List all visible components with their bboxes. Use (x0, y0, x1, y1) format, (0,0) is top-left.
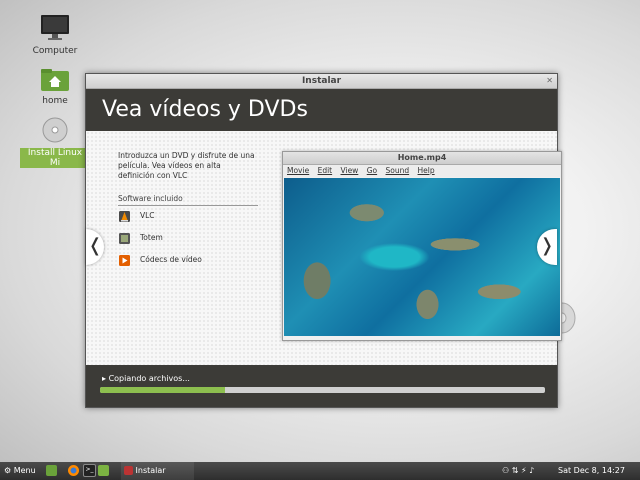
power-icon[interactable]: ⚡ (521, 466, 527, 475)
desktop-icon-label: home (42, 96, 68, 106)
desktop-icon-home[interactable]: home (20, 68, 90, 106)
menu-label: Menu (13, 466, 36, 475)
terminal-launcher[interactable]: >_ (83, 462, 96, 480)
install-progress-bar (100, 387, 545, 393)
volume-icon[interactable]: ♪ (529, 466, 534, 475)
task-instalar[interactable]: Instalar (121, 462, 194, 480)
software-label: Totem (140, 233, 163, 242)
vlc-menu-edit: Edit (317, 166, 333, 175)
previous-slide-button[interactable]: ❬ (86, 229, 104, 265)
gear-icon: ⚙ (4, 466, 12, 475)
desktop-icon-label: Install Linux Mi (20, 148, 90, 168)
installer-window: Instalar ✕ Vea vídeos y DVDs Introduzca … (85, 73, 562, 408)
tray-icons: ⚇ ⇅ ⚡ ♪ (502, 462, 534, 480)
show-desktop-button[interactable] (46, 462, 57, 480)
taskbar: ⚙ Menu >_ Instalar ⚇ ⇅ ⚡ ♪ Sat Dec 8, 14… (0, 462, 640, 480)
totem-film-icon (119, 232, 130, 244)
close-icon[interactable]: ✕ (546, 74, 553, 88)
software-item-codecs: Códecs de vídeo (119, 254, 202, 266)
vlc-title: Home.mp4 (283, 152, 561, 165)
window-title: Instalar (301, 76, 342, 86)
vlc-menu-help: Help (417, 166, 435, 175)
vlc-menu-movie: Movie (287, 166, 310, 175)
terminal-icon: >_ (83, 464, 96, 477)
task-label: Instalar (135, 466, 166, 475)
installer-icon (124, 466, 133, 475)
vlc-cone-icon (119, 210, 130, 222)
vlc-menu-view: View (340, 166, 359, 175)
install-progress-fill (100, 387, 225, 393)
chevron-right-icon: ❭ (539, 235, 555, 256)
chevron-left-icon: ❬ (87, 235, 103, 256)
files-launcher[interactable] (98, 462, 109, 480)
install-progress-panel: ▸ Copiando archivos... (86, 365, 557, 407)
slide-heading: Vea vídeos y DVDs (86, 89, 557, 131)
menu-button[interactable]: ⚙ Menu (4, 462, 36, 480)
software-item-totem: Totem (119, 232, 163, 244)
firefox-icon (68, 465, 79, 476)
vlc-screenshot-window: Home.mp4 Movie Edit View Go Sound Help (282, 151, 562, 341)
slide-description: Introduzca un DVD y disfrute de una pelí… (118, 151, 255, 180)
install-status-text: Copiando archivos... (108, 374, 190, 383)
network-icon[interactable]: ⇅ (512, 466, 519, 475)
software-heading: Software incluido (118, 194, 258, 206)
slide-content: Introduzca un DVD y disfrute de una pelí… (86, 131, 562, 365)
expand-triangle-icon: ▸ (102, 374, 107, 383)
window-titlebar[interactable]: Instalar ✕ (86, 74, 557, 89)
home-folder-icon (41, 69, 69, 91)
vlc-menu-sound: Sound (385, 166, 410, 175)
desktop-icon-label: Computer (32, 46, 78, 56)
user-icon[interactable]: ⚇ (502, 466, 509, 475)
desktop-icon-computer[interactable]: Computer (20, 14, 90, 56)
software-label: VLC (140, 211, 155, 220)
vlc-menu-go: Go (366, 166, 378, 175)
disc-icon (42, 117, 68, 143)
folder-icon (98, 465, 109, 476)
install-status[interactable]: ▸ Copiando archivos... (102, 374, 190, 383)
computer-icon (41, 15, 69, 40)
show-desktop-icon (46, 465, 57, 476)
software-label: Códecs de vídeo (140, 255, 202, 264)
firefox-launcher[interactable] (68, 462, 79, 480)
codecs-icon (119, 254, 130, 266)
clock[interactable]: Sat Dec 8, 14:27 (558, 462, 625, 480)
desktop-icon-install[interactable]: Install Linux Mi (20, 116, 90, 168)
vlc-menubar: Movie Edit View Go Sound Help (283, 165, 561, 177)
video-frame (284, 178, 560, 336)
software-item-vlc: VLC (119, 210, 155, 222)
